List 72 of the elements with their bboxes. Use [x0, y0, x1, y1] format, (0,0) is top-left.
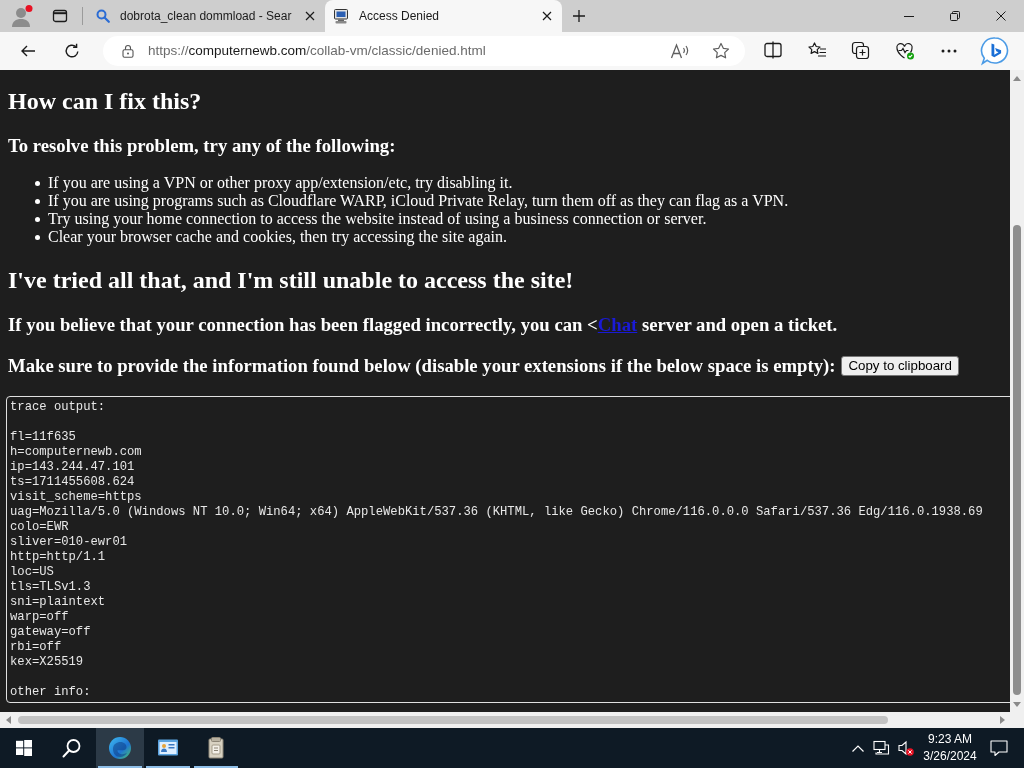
scroll-up-icon[interactable] [1013, 75, 1021, 81]
read-aloud-icon[interactable] [670, 42, 690, 60]
address-url: https://computernewb.com/collab-vm/classic/denied.html [148, 41, 486, 60]
bullet-icon [35, 216, 40, 222]
tip-text: Try using your home connection to access the website instead of using a business connection or server. [48, 210, 707, 228]
copy-button[interactable]: Copy to clipboard [841, 356, 959, 376]
trace-line: colo=EWR [10, 520, 70, 535]
trace-line: warp=off [10, 610, 70, 625]
clock-time[interactable]: 9:23 AM [918, 731, 982, 748]
clock-date[interactable]: 3/26/2024 [918, 748, 982, 765]
taskbar-button[interactable] [96, 728, 144, 768]
bullet-icon [35, 180, 40, 186]
trace-line: loc=US [10, 565, 55, 580]
notebook-icon [207, 737, 225, 759]
scroll-right-icon[interactable] [999, 716, 1005, 724]
favorite-star-icon[interactable] [712, 42, 730, 60]
profile-avatar-icon[interactable] [10, 4, 34, 28]
notification-icon[interactable] [990, 739, 1008, 757]
close-tab-icon[interactable] [305, 11, 315, 21]
tip-text: If you are using programs such as Cloudflare WARP, iCloud Private Relay, turn them off as they can flag as a VPN. [48, 192, 789, 210]
address-bar[interactable]: https://computernewb.com/collab-vm/classic/denied.html [103, 36, 745, 66]
restore-icon[interactable] [950, 11, 960, 21]
trace-line: fl=11f635 [10, 430, 77, 445]
trace-line: trace output: [10, 400, 107, 415]
trace-line: gateway=off [10, 625, 92, 640]
new-tab-icon[interactable] [572, 9, 586, 23]
trace-line: uag=Mozilla/5.0 (Windows NT 10.0; Win64; x64) AppleWebKit/537.36 (KHTML, like Gecko) Chrome/116.0.0.0 Safari/537.36 Edg/116.0.1938.69 [10, 505, 984, 520]
tip-text: If you are using a VPN or other proxy app/extension/etc, try disabling it. [48, 174, 513, 192]
trace-line: h=computernewb.com [10, 445, 143, 460]
browser-icon [108, 736, 132, 760]
trace-line: http=http/1.1 [10, 550, 107, 565]
window-app-icon [157, 738, 179, 758]
section-heading: I've tried all that, and I'm still unable to access the site! [8, 266, 575, 294]
trace-line: sni=plaintext [10, 595, 107, 610]
contact-note: If you believe that your connection has been flagged incorrectly, you can <Chat server and open a ticket. [8, 314, 839, 336]
start-icon[interactable] [16, 740, 32, 756]
network-icon[interactable] [873, 740, 891, 756]
chevron-up-icon[interactable] [852, 744, 864, 752]
trace-line: tls=TLSv1.3 [10, 580, 92, 595]
lock-icon [122, 44, 134, 58]
section-heading: How can I fix this? [8, 87, 203, 115]
browser-tab[interactable]: Access Denied [325, 0, 562, 32]
trace-line: ts=1711455608.624 [10, 475, 136, 490]
search-icon [96, 9, 110, 23]
scroll-down-icon[interactable] [1013, 701, 1021, 707]
heart-pulse-icon[interactable] [895, 41, 915, 61]
tip-text: Clear your browser cache and cookies, then try accessing the site again. [48, 228, 507, 246]
provide-note: Make sure to provide the information found below (disable your extensions if the below space is empty): [8, 355, 836, 377]
trace-line: sliver=010-ewr01 [10, 535, 129, 550]
scrollbar-thumb[interactable] [1013, 225, 1021, 695]
trace-line: visit_scheme=https [10, 490, 143, 505]
scroll-left-icon[interactable] [5, 716, 11, 724]
subheading: To resolve this problem, try any of the following: [8, 135, 397, 157]
trace-line: ip=143.244.47.101 [10, 460, 136, 475]
trace-line: other info: [10, 685, 92, 700]
volume-icon[interactable] [898, 740, 914, 756]
close-tab-icon[interactable] [542, 11, 552, 21]
scrollbar-thumb[interactable] [18, 716, 888, 724]
collections-icon[interactable] [851, 41, 871, 61]
chat-bubble-icon[interactable] [980, 36, 1010, 66]
close-icon[interactable] [996, 11, 1006, 21]
browser-tab[interactable]: dobrota_clean dommload - Sear [88, 0, 325, 32]
tab-actions-icon[interactable] [52, 8, 68, 24]
trace-line: rbi=off [10, 640, 63, 655]
bullet-icon [35, 198, 40, 204]
split-screen-icon[interactable] [763, 41, 783, 61]
refresh-icon[interactable] [64, 43, 80, 59]
bullet-icon [35, 234, 40, 240]
back-icon[interactable] [20, 43, 36, 59]
search-icon[interactable] [62, 738, 82, 758]
computer-icon [333, 8, 349, 24]
trace-line: kex=X25519 [10, 655, 85, 670]
